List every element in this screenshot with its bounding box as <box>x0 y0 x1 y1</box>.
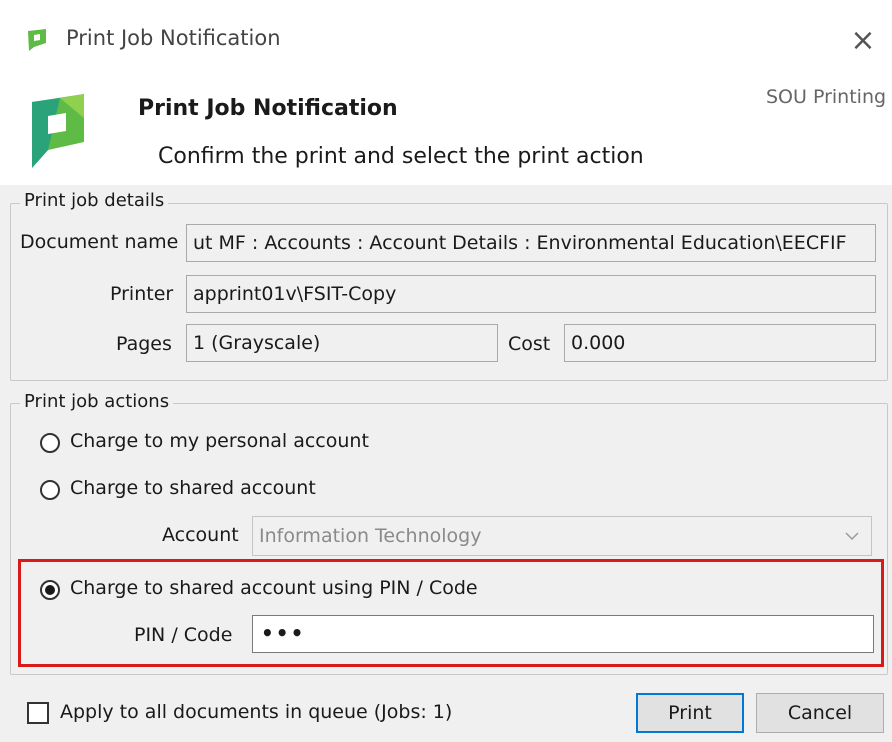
radio-shared-account[interactable] <box>40 480 60 500</box>
print-job-actions-legend: Print job actions <box>20 391 174 412</box>
close-icon[interactable]: × <box>838 20 888 60</box>
document-name-label: Document name <box>20 231 179 253</box>
header-title: Print Job Notification <box>138 96 398 121</box>
apply-all-label[interactable]: Apply to all documents in queue (Jobs: 1… <box>60 701 452 723</box>
print-job-details-legend: Print job details <box>20 190 169 211</box>
account-select-value: Information Technology <box>259 525 482 547</box>
header-subtitle: Confirm the print and select the print a… <box>158 144 644 169</box>
pin-code-input[interactable]: ••• <box>252 615 874 653</box>
apply-all-checkbox[interactable] <box>27 702 49 724</box>
chevron-down-icon[interactable] <box>833 517 871 555</box>
header-panel <box>0 80 892 185</box>
cost-label: Cost <box>508 333 551 355</box>
window-title: Print Job Notification <box>66 26 281 50</box>
radio-personal-account[interactable] <box>40 433 60 453</box>
cost-field: 0.000 <box>564 324 876 362</box>
pages-field: 1 (Grayscale) <box>186 324 498 362</box>
printer-label: Printer <box>110 283 174 305</box>
cancel-button[interactable]: Cancel <box>756 693 884 733</box>
account-select[interactable]: Information Technology <box>252 516 872 556</box>
app-icon <box>26 28 48 52</box>
papercut-logo-icon <box>26 92 90 170</box>
radio-shared-account-label[interactable]: Charge to shared account <box>70 477 316 499</box>
printer-field: apprint01v\FSIT-Copy <box>186 275 876 313</box>
print-button[interactable]: Print <box>636 693 744 733</box>
radio-personal-account-label[interactable]: Charge to my personal account <box>70 430 369 452</box>
pin-code-label: PIN / Code <box>134 624 233 646</box>
pages-label: Pages <box>116 333 172 355</box>
brand-label: SOU Printing <box>766 86 887 108</box>
radio-selected-dot <box>45 585 55 595</box>
radio-pin-code-label[interactable]: Charge to shared account using PIN / Cod… <box>70 577 478 599</box>
document-name-field: ut MF : Accounts : Account Details : Env… <box>186 224 876 262</box>
account-label: Account <box>162 524 239 546</box>
radio-pin-code[interactable] <box>40 580 60 600</box>
